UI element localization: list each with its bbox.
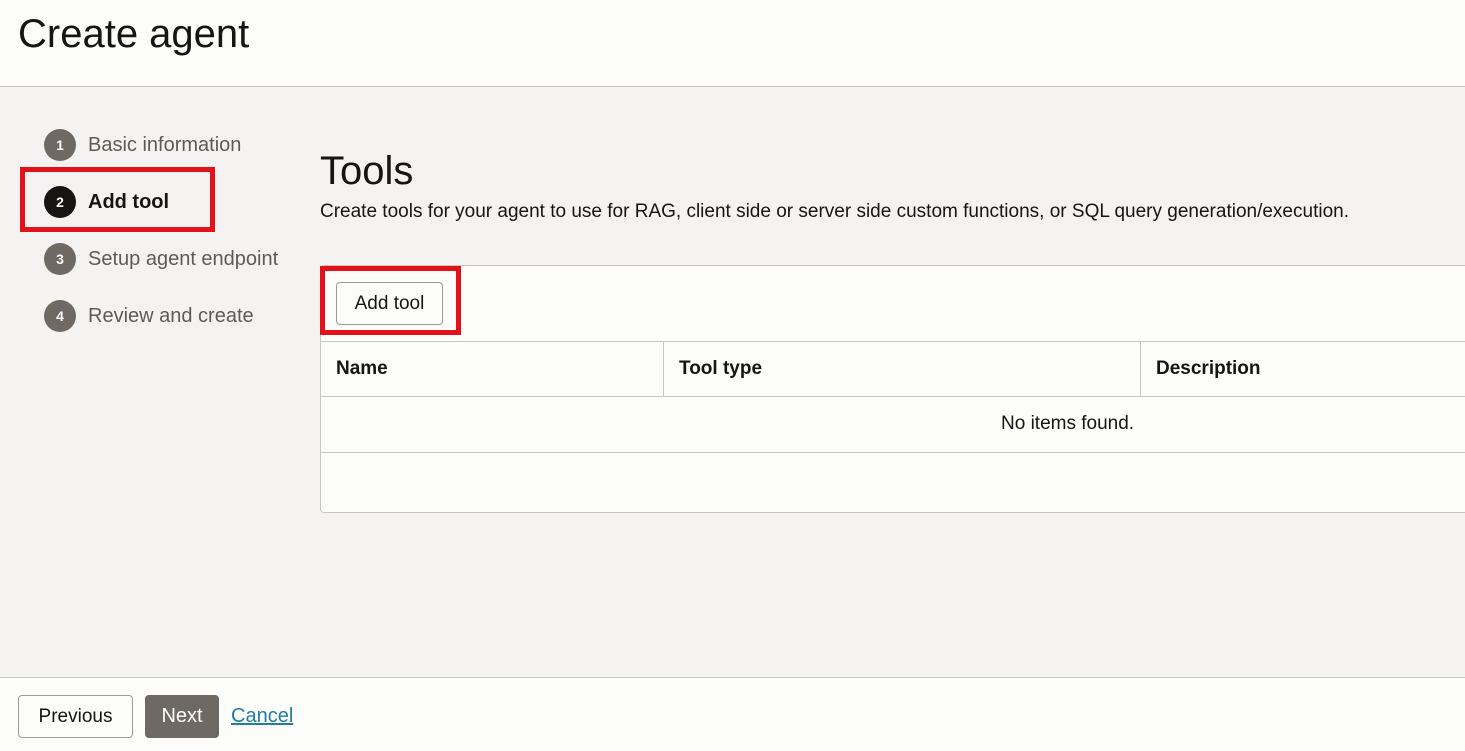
section-title: Tools xyxy=(320,149,414,193)
step-review-and-create[interactable]: 4 Review and create xyxy=(44,300,254,332)
step-label: Review and create xyxy=(88,304,254,327)
wizard-footer: Previous Next Cancel xyxy=(0,677,1465,751)
column-header-description[interactable]: Description xyxy=(1140,342,1465,396)
step-highlight-box xyxy=(20,167,215,232)
step-number: 1 xyxy=(44,129,76,161)
column-header-name[interactable]: Name xyxy=(321,342,663,396)
step-number: 4 xyxy=(44,300,76,332)
page-title: Create agent xyxy=(18,12,250,56)
main-area: 1 Basic information 2 Add tool 3 Setup a… xyxy=(0,87,1465,677)
section-description: Create tools for your agent to use for R… xyxy=(320,201,1349,222)
previous-button[interactable]: Previous xyxy=(18,695,133,738)
step-setup-agent-endpoint[interactable]: 3 Setup agent endpoint xyxy=(44,243,278,275)
add-tool-highlight-box xyxy=(320,266,461,335)
table-header-row: Name Tool type Description xyxy=(321,341,1465,397)
tools-panel: Add tool Name Tool type Description No i… xyxy=(320,265,1465,513)
step-label: Basic information xyxy=(88,133,242,156)
step-basic-information[interactable]: 1 Basic information xyxy=(44,129,241,161)
table-empty-row: No items found. xyxy=(321,397,1465,453)
step-number: 3 xyxy=(44,243,76,275)
next-button[interactable]: Next xyxy=(145,695,219,738)
empty-message: No items found. xyxy=(1001,413,1135,434)
column-header-tool-type[interactable]: Tool type xyxy=(663,342,1140,396)
page-header: Create agent xyxy=(0,0,1465,87)
step-label: Setup agent endpoint xyxy=(88,247,279,270)
cancel-link[interactable]: Cancel xyxy=(231,705,293,728)
